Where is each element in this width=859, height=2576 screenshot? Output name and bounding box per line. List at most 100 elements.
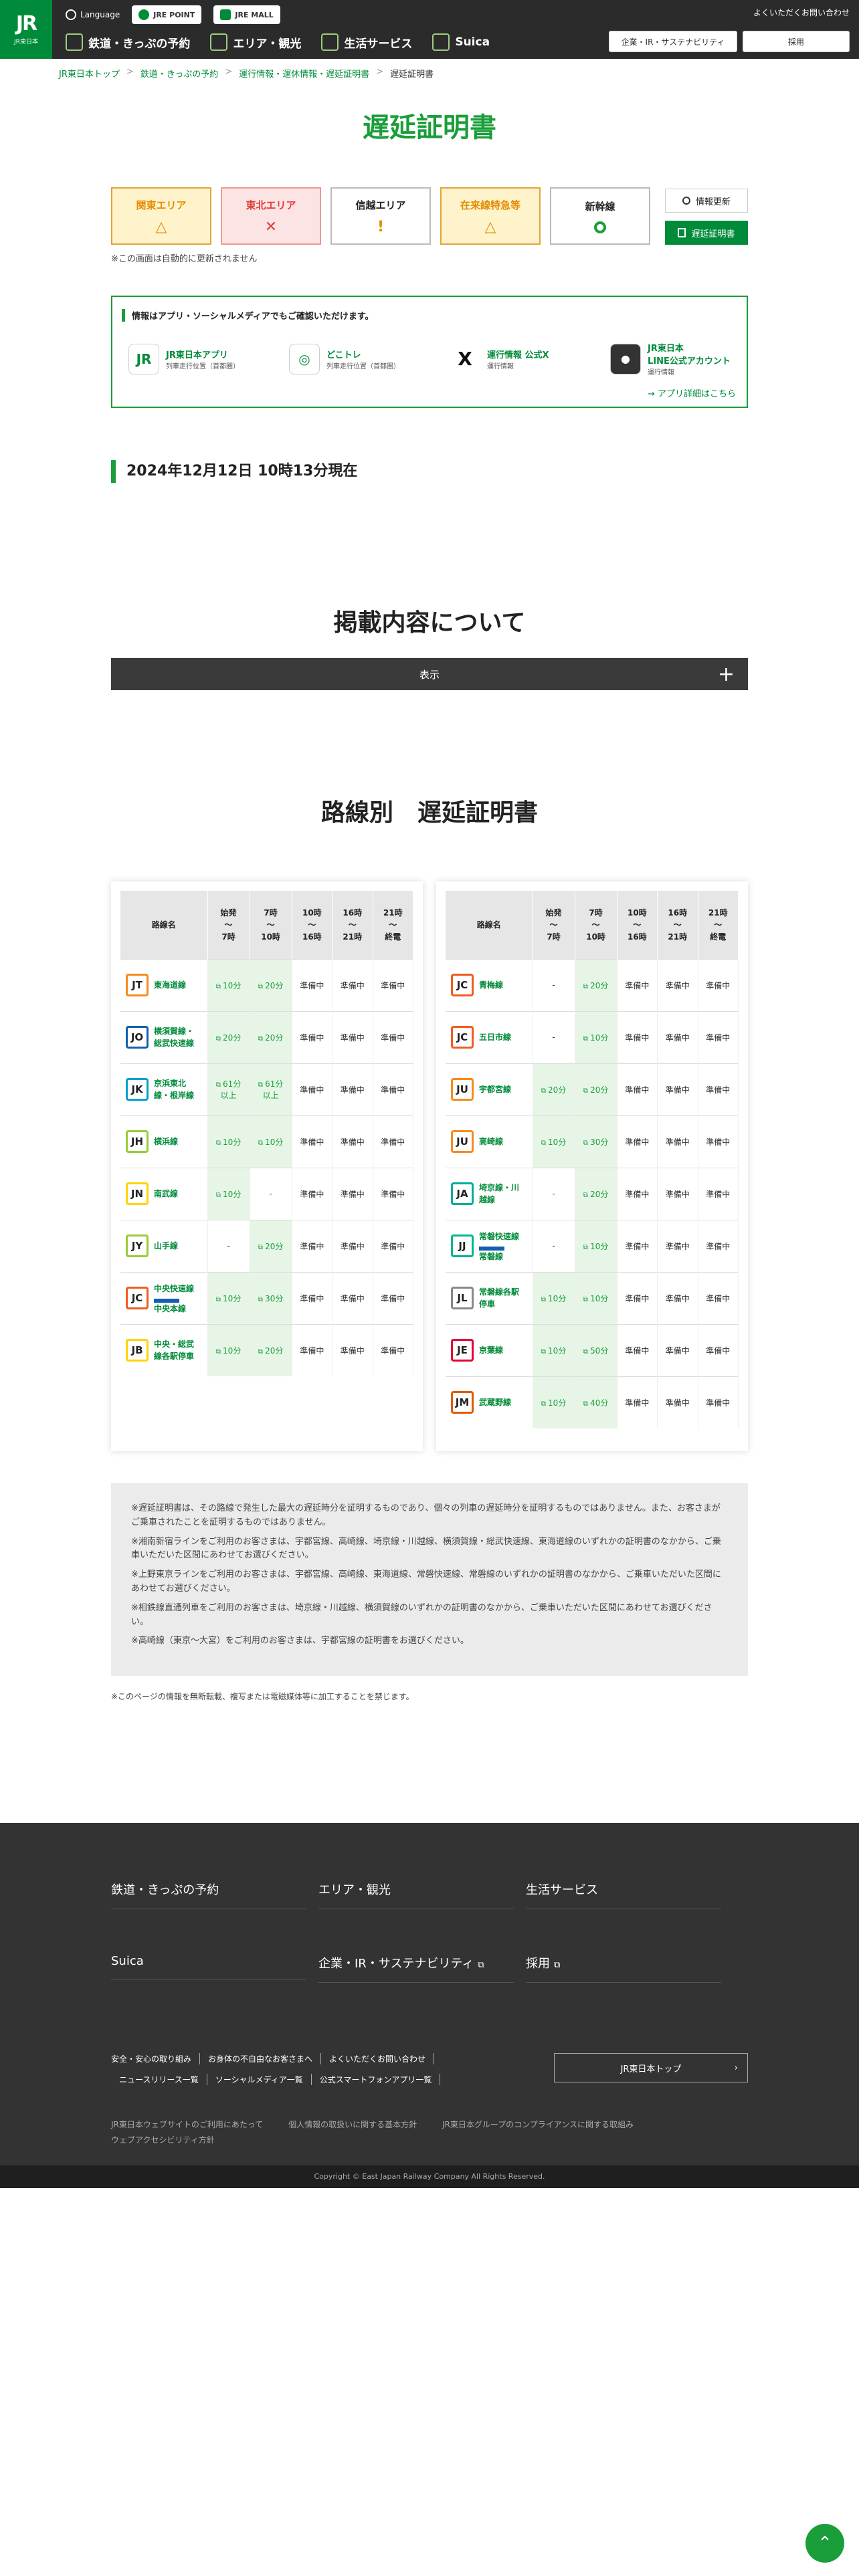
delay-certificate-link[interactable]: ⧉ 10分: [207, 1167, 250, 1220]
nav-suica[interactable]: Suica: [432, 33, 490, 51]
recruit-button[interactable]: 採用: [743, 31, 850, 52]
jr-top-button[interactable]: JR東日本トップ ›: [554, 2053, 748, 2082]
delay-certificate-link[interactable]: ⧉ 20分: [575, 958, 617, 1011]
footer-link[interactable]: Suica: [111, 1954, 306, 1979]
delay-certificate-link[interactable]: ⧉ 30分: [575, 1115, 617, 1168]
jre-mall-link[interactable]: JRE MALL: [213, 5, 280, 24]
faq-link[interactable]: よくいただくお問い合わせ: [753, 7, 850, 18]
breadcrumb-link[interactable]: 鉄道・きっぷの予約: [140, 67, 218, 80]
app-dokotore[interactable]: ◎ どこトレ 列車走行位置（首都圏）: [289, 341, 411, 377]
line-name[interactable]: 武蔵野線: [479, 1396, 511, 1408]
app-jre-app[interactable]: JR JR東日本アプリ 列車走行位置（首都圏）: [128, 341, 250, 377]
delay-certificate-link[interactable]: ⧉ 10分: [250, 1115, 292, 1168]
line-name-cell[interactable]: JL 常磐線各駅 停車: [446, 1271, 533, 1324]
delay-certificate-link[interactable]: ⧉ 10分: [207, 1115, 250, 1168]
area-tohoku-button[interactable]: 東北エリア ✕: [221, 187, 321, 245]
line-name-cell[interactable]: JY 山手線: [120, 1219, 208, 1272]
footer-link-recruit[interactable]: 採用 ⧉: [526, 1954, 721, 1983]
footer-link[interactable]: 鉄道・きっぷの予約: [111, 1881, 306, 1909]
line-name[interactable]: 五日市線: [479, 1031, 511, 1043]
delay-certificate-link[interactable]: ⧉ 20分: [207, 1010, 250, 1063]
line-name[interactable]: 山手線: [154, 1240, 178, 1252]
delay-certificate-link[interactable]: ⧉ 40分: [575, 1376, 617, 1428]
breadcrumb-link[interactable]: 運行情報・運休情報・遅延証明書: [239, 67, 369, 80]
page-top-button[interactable]: ⌃: [805, 2524, 844, 2563]
area-limited-express-button[interactable]: 在来線特急等 △: [440, 187, 541, 245]
line-name[interactable]: 京浜東北 線・根岸線: [154, 1077, 194, 1101]
delay-certificate-link[interactable]: ⧉ 10分: [575, 1010, 617, 1063]
delay-certificate-link[interactable]: ⧉ 61分 以上: [250, 1063, 292, 1115]
delay-certificate-link[interactable]: ⧉ 20分: [250, 1219, 292, 1272]
footer-small-link[interactable]: よくいただくお問い合わせ: [321, 2053, 435, 2064]
line-name-cell[interactable]: JT 東海道線: [120, 958, 208, 1011]
line-name[interactable]: 横須賀線・ 総武快速線: [154, 1025, 194, 1049]
line-name[interactable]: 青梅線: [479, 979, 503, 991]
line-name[interactable]: 南武線: [154, 1188, 178, 1200]
line-name-cell[interactable]: JC 五日市線: [446, 1010, 533, 1063]
nav-life-services[interactable]: 生活サービス: [321, 33, 412, 51]
delay-certificate-link[interactable]: ⧉ 61分 以上: [207, 1063, 250, 1115]
line-name[interactable]: 中央快速線: [154, 1283, 194, 1295]
line-name[interactable]: 常磐線各駅 停車: [479, 1286, 519, 1310]
delay-certificate-link[interactable]: ⧉ 20分: [575, 1063, 617, 1115]
delay-certificate-link[interactable]: ⧉ 10分: [575, 1219, 617, 1272]
corporate-ir-button[interactable]: 企業・IR・サステナビリティ: [609, 31, 737, 52]
footer-link[interactable]: 生活サービス: [526, 1881, 721, 1909]
delay-certificate-link[interactable]: ⧉ 10分: [575, 1271, 617, 1324]
app-line-official[interactable]: ● JR東日本 LINE公式アカウント 運行情報: [610, 341, 732, 377]
footer-sublink[interactable]: JR東日本ウェブサイトのご利用にあたって: [111, 2120, 263, 2129]
line-name[interactable]: 京葉線: [479, 1344, 503, 1356]
line-name-cell[interactable]: JC 中央快速線 中央本線: [120, 1271, 208, 1324]
footer-small-link[interactable]: お身体の不自由なお客さまへ: [200, 2053, 322, 2064]
line-name-cell[interactable]: JU 高崎線: [446, 1115, 533, 1168]
line-name-cell[interactable]: JM 武蔵野線: [446, 1376, 533, 1428]
line-name-secondary[interactable]: 常磐線: [479, 1251, 519, 1262]
delay-certificate-link[interactable]: ⧉ 10分: [533, 1271, 575, 1324]
delay-certificate-link[interactable]: ⧉ 10分: [207, 1271, 250, 1324]
line-name-cell[interactable]: JE 京葉線: [446, 1323, 533, 1376]
delay-certificate-link[interactable]: ⧉ 20分: [250, 958, 292, 1011]
area-shinetsu-button[interactable]: 信越エリア!: [330, 187, 431, 245]
delay-certificate-link[interactable]: ⧉ 20分: [250, 1010, 292, 1063]
line-name-cell[interactable]: JO 横須賀線・ 総武快速線: [120, 1010, 208, 1063]
line-name-cell[interactable]: JK 京浜東北 線・根岸線: [120, 1063, 208, 1115]
certificate-button[interactable]: 遅延証明書: [665, 221, 748, 245]
line-name[interactable]: 高崎線: [479, 1136, 503, 1148]
footer-sublink[interactable]: ウェブアクセシビリティ方針: [111, 2135, 215, 2145]
display-accordion[interactable]: 表示 +: [111, 658, 748, 690]
line-name-cell[interactable]: JU 宇都宮線: [446, 1063, 533, 1115]
area-kanto-button[interactable]: 関東エリア △: [111, 187, 211, 245]
delay-certificate-link[interactable]: ⧉ 10分: [533, 1376, 575, 1428]
delay-certificate-link[interactable]: ⧉ 20分: [250, 1323, 292, 1376]
delay-certificate-link[interactable]: ⧉ 20分: [533, 1063, 575, 1115]
delay-certificate-link[interactable]: ⧉ 10分: [533, 1115, 575, 1168]
footer-link[interactable]: エリア・観光: [318, 1881, 514, 1909]
line-name[interactable]: 常磐快速線: [479, 1230, 519, 1243]
line-name-cell[interactable]: JC 青梅線: [446, 958, 533, 1011]
delay-certificate-link[interactable]: ⧉ 50分: [575, 1323, 617, 1376]
line-name-secondary[interactable]: 中央本線: [154, 1303, 194, 1314]
line-name-cell[interactable]: JJ 常磐快速線 常磐線: [446, 1219, 533, 1272]
line-name-cell[interactable]: JB 中央・総武 線各駅停車: [120, 1323, 208, 1376]
line-name[interactable]: 中央・総武 線各駅停車: [154, 1338, 194, 1362]
line-name[interactable]: 東海道線: [154, 979, 186, 991]
delay-certificate-link[interactable]: ⧉ 10分: [207, 958, 250, 1011]
footer-link-corporate[interactable]: 企業・IR・サステナビリティ ⧉: [318, 1954, 514, 1983]
area-shinkansen-button[interactable]: 新幹線: [550, 187, 650, 245]
delay-certificate-link[interactable]: ⧉ 10分: [533, 1323, 575, 1376]
line-name[interactable]: 横浜線: [154, 1136, 178, 1148]
jr-east-logo[interactable]: JR JR東日本: [0, 0, 52, 59]
nav-area-travel[interactable]: エリア・観光: [210, 33, 301, 51]
line-name[interactable]: 宇都宮線: [479, 1083, 511, 1095]
app-x-official[interactable]: X 運行情報 公式X 運行情報: [450, 341, 571, 377]
footer-sublink[interactable]: 個人情報の取扱いに関する基本方針: [288, 2120, 417, 2129]
footer-sublink[interactable]: JR東日本グループのコンプライアンスに関する取組み: [442, 2120, 634, 2129]
footer-small-link[interactable]: 公式スマートフォンアプリ一覧: [312, 2074, 441, 2085]
breadcrumb-link[interactable]: JR東日本トップ: [59, 67, 120, 80]
line-name[interactable]: 埼京線・川 越線: [479, 1182, 519, 1206]
line-name-cell[interactable]: JN 南武線: [120, 1167, 208, 1220]
apps-detail-link[interactable]: → アプリ詳細はこちら: [648, 387, 736, 399]
jre-point-link[interactable]: JRE POINT: [132, 5, 202, 24]
line-name-cell[interactable]: JA 埼京線・川 越線: [446, 1167, 533, 1220]
footer-small-link[interactable]: ニュースリリース一覧: [111, 2074, 207, 2085]
